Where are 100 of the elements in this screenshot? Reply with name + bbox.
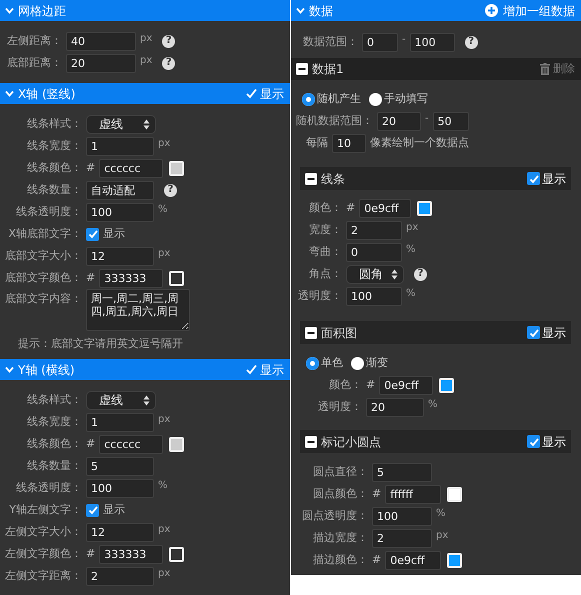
color-swatch[interactable] xyxy=(169,270,184,286)
input-field[interactable]: ffffff xyxy=(385,484,442,504)
hash-label: # xyxy=(366,376,376,393)
input-field[interactable]: 2 xyxy=(346,220,402,240)
input-field[interactable]: 0 xyxy=(362,32,398,52)
input-field[interactable]: 10 xyxy=(332,134,366,152)
radio-option[interactable]: 渐变 xyxy=(351,354,388,372)
unit-label: % xyxy=(406,287,416,301)
field-label: 圆点直径： xyxy=(312,464,368,480)
unit-label: % xyxy=(436,507,446,521)
radio-option[interactable]: 单色 xyxy=(306,354,343,372)
input-field[interactable]: 100 xyxy=(372,506,432,526)
section-header[interactable]: Y轴 (横线) 显示 xyxy=(0,359,290,380)
field-label: 线条数量： xyxy=(26,182,82,198)
chevron-icon[interactable] xyxy=(5,365,14,374)
checkbox[interactable] xyxy=(86,504,99,516)
input-field[interactable]: 1 xyxy=(86,412,154,432)
input-field[interactable]: 100 xyxy=(86,478,154,498)
input-field[interactable]: 0e9cff xyxy=(385,550,442,570)
input-field[interactable]: 100 xyxy=(410,32,455,52)
text-area[interactable]: 周一,周二,周三,周四,周五,周六,周日 xyxy=(86,289,190,331)
updown-arrows-icon xyxy=(391,268,398,280)
collapse-icon[interactable] xyxy=(305,326,317,338)
input-field[interactable]: 100 xyxy=(86,202,154,222)
checkbox[interactable] xyxy=(86,228,99,240)
select-field[interactable]: 虚线 xyxy=(86,390,156,410)
help-icon[interactable]: ? xyxy=(464,36,478,48)
checkbox[interactable] xyxy=(527,172,540,185)
field-label: 每隔 xyxy=(306,134,328,151)
input-field[interactable]: cccccc xyxy=(99,158,164,178)
collapse-icon[interactable] xyxy=(296,63,308,75)
radio-option[interactable]: 随机产生 xyxy=(302,90,361,108)
hash-label: # xyxy=(86,546,96,562)
color-swatch[interactable] xyxy=(169,436,184,452)
help-icon[interactable]: ? xyxy=(162,34,176,48)
color-swatch[interactable] xyxy=(447,486,462,502)
field-label: 圆点透明度： xyxy=(301,508,368,524)
select-field[interactable]: 圆角 xyxy=(346,264,404,284)
field-label: 线条透明度： xyxy=(15,480,82,496)
color-swatch[interactable] xyxy=(169,546,184,562)
help-icon[interactable]: ? xyxy=(414,268,427,280)
input-field[interactable]: 2 xyxy=(86,566,154,586)
chevron-icon[interactable] xyxy=(296,6,305,15)
field-label: 像素绘制一个数据点 xyxy=(370,134,469,151)
input-field[interactable]: 333333 xyxy=(99,268,164,288)
field-label: 圆点颜色： xyxy=(312,486,368,502)
section-header[interactable]: 数据 增加一组数据 xyxy=(291,0,581,21)
field-label: 描边颜色： xyxy=(312,552,368,568)
unit-label: px xyxy=(158,247,170,261)
input-field[interactable]: 0e9cff xyxy=(359,198,412,218)
input-field[interactable]: 5 xyxy=(86,456,154,476)
section-header[interactable]: X轴 (竖线) 显示 xyxy=(0,83,290,104)
input-field[interactable]: 50 xyxy=(432,112,469,130)
field-label: 线条透明度： xyxy=(15,204,82,220)
dataset-title: 数据1 xyxy=(312,61,344,78)
input-field[interactable]: 333333 xyxy=(99,544,164,564)
color-swatch[interactable] xyxy=(439,378,454,392)
section-header[interactable]: 网格边距 xyxy=(0,0,290,21)
checkmark-icon[interactable] xyxy=(245,363,258,376)
color-swatch[interactable] xyxy=(417,200,432,216)
checkbox[interactable] xyxy=(527,435,540,448)
input-field[interactable]: 12 xyxy=(86,522,154,542)
input-field[interactable]: 12 xyxy=(86,246,154,266)
select-field[interactable]: 虚线 xyxy=(86,114,156,134)
input-field[interactable]: 5 xyxy=(372,462,432,482)
checkbox[interactable] xyxy=(527,326,540,339)
help-icon[interactable]: ? xyxy=(164,184,177,196)
input-field[interactable]: 20 xyxy=(377,112,421,130)
add-data-button[interactable]: 增加一组数据 xyxy=(485,2,575,20)
radio-option[interactable]: 手动填写 xyxy=(369,90,428,108)
input-field[interactable]: 自动适配 xyxy=(86,180,154,200)
checkbox-label: 显示 xyxy=(542,324,566,342)
field-label: X轴底部文字： xyxy=(7,226,82,242)
field-label: 随机数据范围： xyxy=(295,112,373,129)
unit-label: % xyxy=(158,479,168,493)
field-label: 颜色： xyxy=(308,200,342,216)
chevron-icon[interactable] xyxy=(5,6,14,15)
input-field[interactable]: 0e9cff xyxy=(379,376,434,394)
color-swatch[interactable] xyxy=(447,552,462,568)
delete-button[interactable]: 删除 xyxy=(540,60,575,78)
input-field[interactable]: 40 xyxy=(66,32,136,50)
unit-label: % xyxy=(428,398,438,412)
color-swatch[interactable] xyxy=(169,160,184,176)
help-icon[interactable]: ? xyxy=(162,56,176,70)
collapse-icon[interactable] xyxy=(305,172,317,184)
input-field[interactable]: 0 xyxy=(346,242,402,262)
input-field[interactable]: 20 xyxy=(366,398,424,416)
chevron-icon[interactable] xyxy=(5,89,14,98)
input-field[interactable]: 20 xyxy=(66,54,136,72)
input-field[interactable]: 1 xyxy=(86,136,154,156)
group-title: 标记小圆点 xyxy=(321,434,381,450)
input-field[interactable]: 2 xyxy=(372,528,432,548)
checkmark-icon[interactable] xyxy=(245,87,258,100)
field-label: 描边宽度： xyxy=(312,530,368,546)
collapse-icon[interactable] xyxy=(305,436,317,448)
field-label: 底部文字颜色： xyxy=(4,270,82,286)
hash-label: # xyxy=(86,160,96,176)
input-field[interactable]: 100 xyxy=(346,286,402,306)
input-field[interactable]: cccccc xyxy=(99,434,164,454)
field-label: 线条颜色： xyxy=(26,160,82,176)
